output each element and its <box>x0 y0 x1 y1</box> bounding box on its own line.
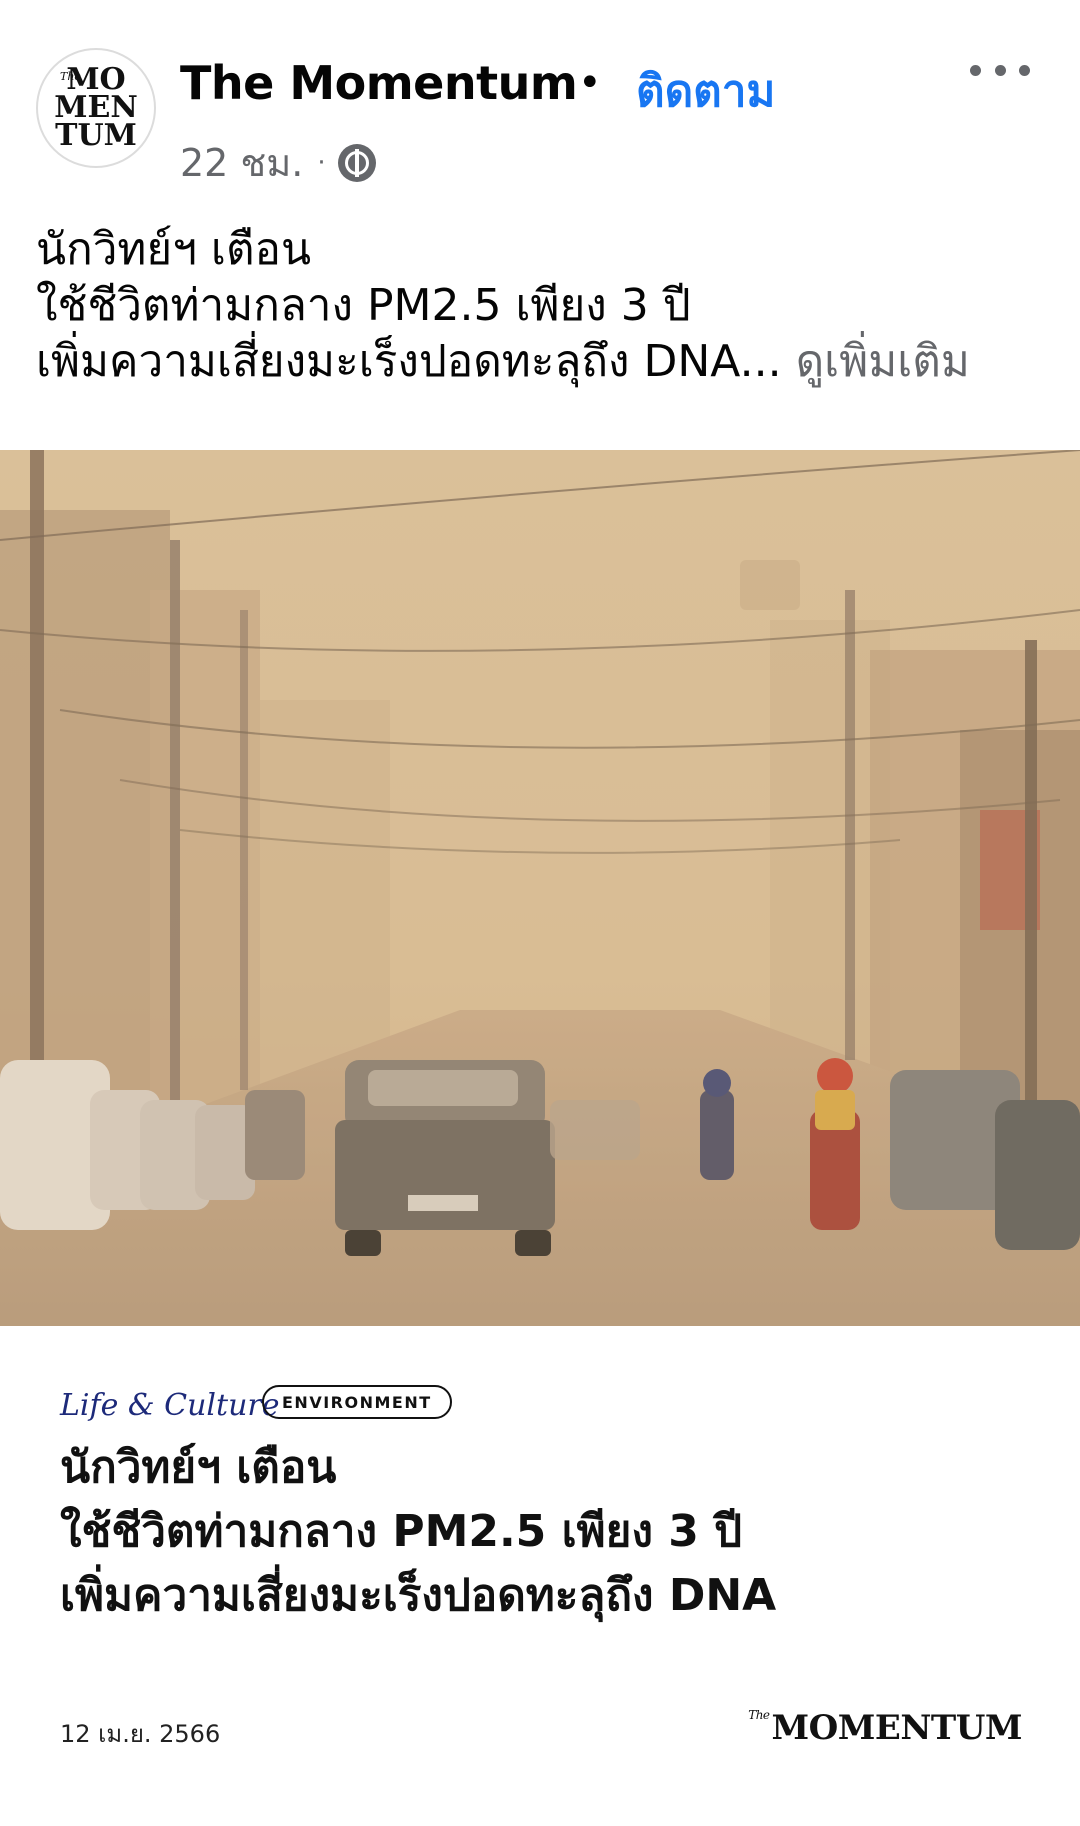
more-dot <box>970 64 981 76</box>
caption-line-1: นักวิทย์ฯ เตือน <box>36 224 312 275</box>
brand-logo: TheMOMENTUM <box>748 1708 1022 1748</box>
caption-line-2: ใช้ชีวิตท่ามกลาง PM2.5 เพียง 3 ปี <box>36 280 691 331</box>
more-options-icon[interactable] <box>970 50 1030 90</box>
follow-button[interactable]: ติดตาม <box>636 56 775 126</box>
header-separator: • <box>578 60 602 106</box>
brand-the: The <box>748 1708 770 1722</box>
headline-line-2: ใช้ชีวิตท่ามกลาง PM2.5 เพียง 3 ปี <box>60 1506 743 1557</box>
card-headline: นักวิทย์ฯ เตือน ใช้ชีวิตท่ามกลาง PM2.5 เ… <box>60 1436 1040 1628</box>
article-date: 12 เม.ย. 2566 <box>60 1720 221 1748</box>
hazy-street-photo <box>0 450 1080 1326</box>
post-header: The MO MEN TUM The Momentum • ติดตาม 22 … <box>0 0 1080 190</box>
post-time[interactable]: 22 ชม. <box>180 132 303 193</box>
category-tag: ENVIRONMENT <box>262 1385 452 1419</box>
headline-line-1: นักวิทย์ฯ เตือน <box>60 1442 337 1493</box>
post-meta: 22 ชม. · <box>180 132 376 193</box>
page-avatar[interactable]: The MO MEN TUM <box>36 48 156 168</box>
more-dot <box>1019 64 1030 76</box>
more-dot <box>994 64 1006 76</box>
meta-separator: · <box>317 147 326 178</box>
post-caption: นักวิทย์ฯ เตือน ใช้ชีวิตท่ามกลาง PM2.5 เ… <box>36 222 1046 390</box>
section-label: Life & Culture <box>60 1388 280 1423</box>
caption-line-3-text: เพิ่มความเสี่ยงมะเร็งปอดทะลุถึง DNA... <box>36 336 782 387</box>
brand-name: MOMENTUM <box>771 1708 1023 1748</box>
page-name[interactable]: The Momentum <box>180 56 578 110</box>
caption-line-3: เพิ่มความเสี่ยงมะเร็งปอดทะลุถึง DNA... ด… <box>36 334 1046 390</box>
link-preview-card[interactable]: Life & Culture ENVIRONMENT นักวิทย์ฯ เตื… <box>0 1326 1080 1826</box>
headline-line-3: เพิ่มความเสี่ยงมะเร็งปอดทะลุถึง DNA <box>60 1570 777 1621</box>
globe-icon[interactable] <box>337 143 376 182</box>
see-more-link[interactable]: ดูเพิ่มเติม <box>796 336 970 387</box>
avatar-line-3: TUM <box>55 118 137 153</box>
avatar-the: The <box>60 70 81 83</box>
post-photo[interactable] <box>0 450 1080 1326</box>
